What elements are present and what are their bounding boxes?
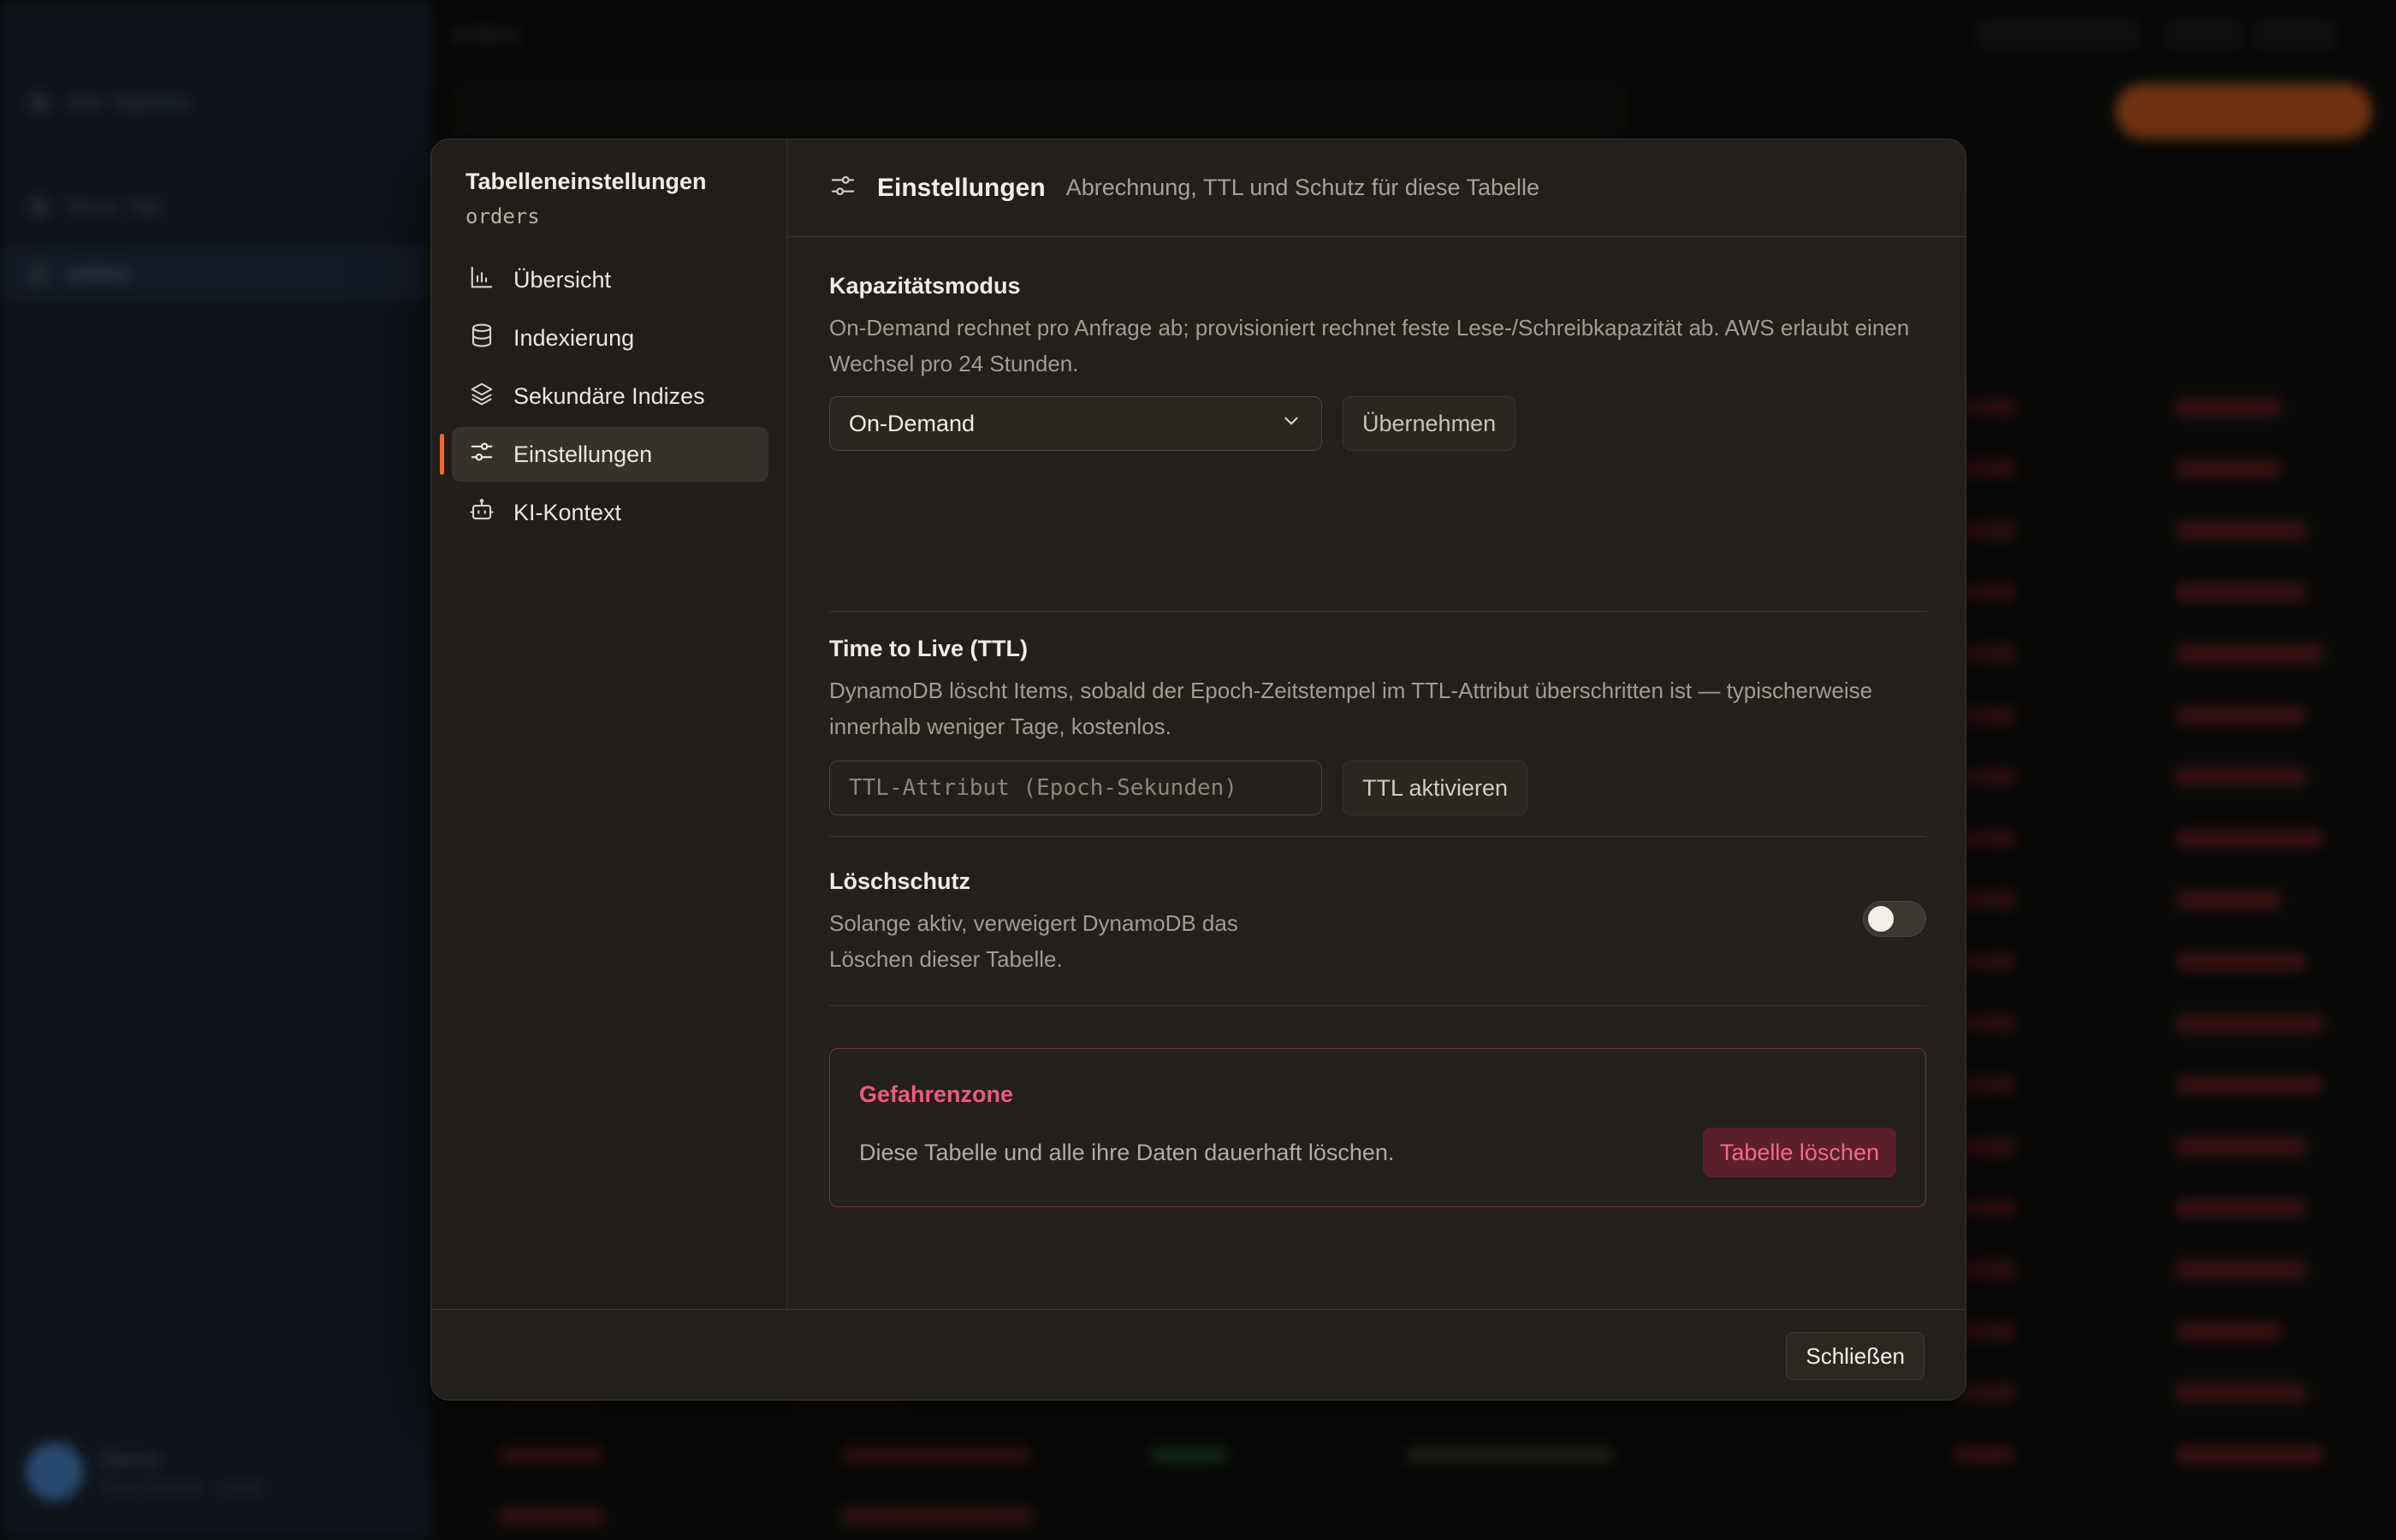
deletion-protection-section: Löschschutz Solange aktiv, verweigert Dy… — [829, 868, 1926, 997]
ttl-description: DynamoDB löscht Items, sobald der Epoch-… — [829, 678, 1873, 739]
nav-item-ki-kontext[interactable]: KI-Kontext — [452, 485, 768, 540]
danger-zone-description: Diese Tabelle und alle ihre Daten dauerh… — [859, 1140, 1395, 1165]
table-settings-modal: Tabelleneinstellungen orders Übersicht I… — [430, 139, 1966, 1401]
content-header: Einstellungen Abrechnung, TTL und Schutz… — [788, 139, 1966, 237]
sliders-icon — [829, 172, 857, 204]
nav-list: Übersicht Indexierung Sekundäre Indizes … — [440, 252, 768, 543]
delete-table-button[interactable]: Tabelle löschen — [1702, 1128, 1896, 1177]
nav-item-uebersicht[interactable]: Übersicht — [452, 252, 768, 307]
page-title: Einstellungen — [877, 173, 1046, 202]
ttl-title: Time to Live (TTL) — [829, 636, 1029, 661]
capacity-mode-select[interactable]: On-Demand — [829, 396, 1322, 451]
capacity-description: On-Demand rechnet pro Anfrage ab; provis… — [829, 315, 1910, 376]
settings-nav: Tabelleneinstellungen orders Übersicht I… — [431, 139, 787, 1309]
nav-table-name: orders — [466, 204, 540, 228]
bar-chart-icon — [469, 264, 495, 296]
close-button[interactable]: Schließen — [1786, 1332, 1925, 1380]
deletion-protection-toggle[interactable] — [1863, 901, 1926, 937]
ttl-attribute-input[interactable]: TTL-Attribut (Epoch-Sekunden) — [829, 761, 1322, 815]
robot-icon — [469, 497, 495, 529]
danger-zone: Gefahrenzone Diese Tabelle und alle ihre… — [829, 1048, 1926, 1207]
apply-capacity-button[interactable]: Übernehmen — [1343, 396, 1516, 451]
nav-item-einstellungen[interactable]: Einstellungen — [440, 427, 768, 482]
nav-item-sekundaere-indizes[interactable]: Sekundäre Indizes — [452, 369, 768, 424]
deletion-protection-description: Solange aktiv, verweigert DynamoDB das L… — [829, 910, 1238, 972]
capacity-title: Kapazitätsmodus — [829, 273, 1021, 299]
page-description: Abrechnung, TTL und Schutz für diese Tab… — [1065, 175, 1540, 200]
database-icon — [469, 323, 495, 354]
danger-zone-title: Gefahrenzone — [859, 1081, 1014, 1107]
sliders-icon — [469, 439, 495, 471]
enable-ttl-button[interactable]: TTL aktivieren — [1343, 761, 1528, 815]
nav-item-label: Sekundäre Indizes — [513, 382, 705, 409]
deletion-protection-title: Löschschutz — [829, 868, 971, 894]
nav-item-label: Übersicht — [513, 266, 612, 293]
nav-item-label: KI-Kontext — [513, 499, 622, 525]
nav-title: Tabelleneinstellungen — [466, 169, 707, 194]
divider — [829, 836, 1926, 837]
toggle-knob — [1868, 906, 1894, 932]
chevron-down-icon — [1280, 410, 1302, 438]
divider — [829, 1005, 1926, 1006]
capacity-mode-value: On-Demand — [849, 410, 976, 436]
layers-icon — [469, 381, 495, 412]
ttl-section: Time to Live (TTL) DynamoDB löscht Items… — [829, 497, 1926, 839]
nav-item-label: Indexierung — [513, 324, 635, 351]
settings-content: Einstellungen Abrechnung, TTL und Schutz… — [788, 139, 1966, 1309]
nav-item-label: Einstellungen — [513, 441, 653, 467]
modal-footer: Schließen — [431, 1309, 1966, 1400]
nav-item-indexierung[interactable]: Indexierung — [452, 311, 768, 365]
